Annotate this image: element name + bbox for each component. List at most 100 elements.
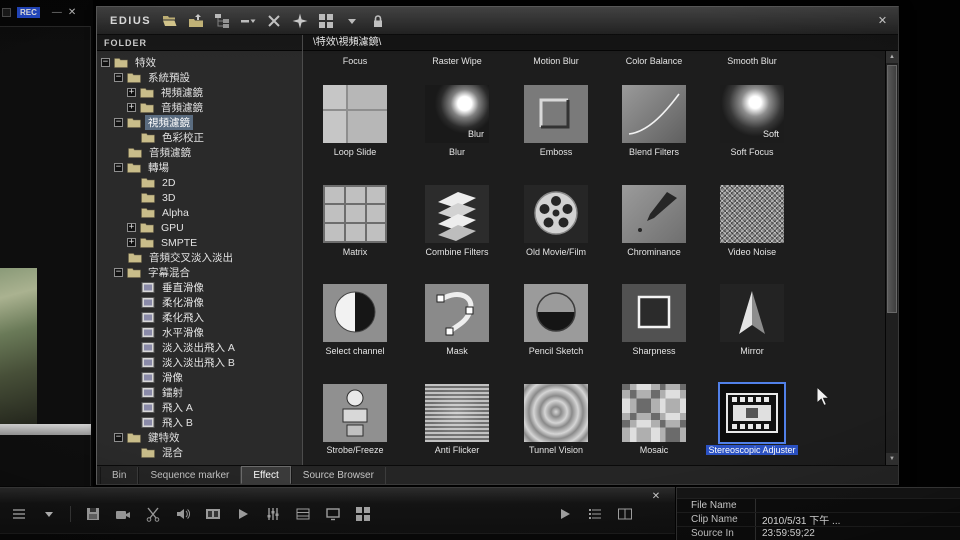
tree-item[interactable]: 柔化滑像 (97, 295, 302, 310)
effect-thumbnail[interactable] (622, 384, 686, 442)
tree-item[interactable]: 鐳射 (97, 385, 302, 400)
scroll-down-icon[interactable]: ▼ (886, 453, 898, 465)
effect-label[interactable]: Anti Flicker (407, 445, 507, 456)
effect-label[interactable]: Tunnel Vision (506, 445, 606, 456)
close-icon[interactable]: ✕ (68, 7, 76, 18)
effect-label[interactable]: Sharpness (604, 346, 704, 357)
effect-thumbnail[interactable] (323, 185, 387, 243)
effect-thumbnail[interactable] (524, 85, 588, 143)
tab-effect[interactable]: Effect (241, 466, 290, 484)
panes-icon[interactable] (616, 505, 633, 522)
expander-icon[interactable]: + (127, 88, 136, 97)
effect-thumbnail[interactable] (323, 284, 387, 342)
effect-label[interactable]: Mask (407, 346, 507, 357)
effect-thumbnail[interactable] (622, 284, 686, 342)
tree-item[interactable]: +音頻濾鏡 (97, 100, 302, 115)
expander-icon[interactable]: − (114, 73, 123, 82)
rows-icon[interactable] (294, 505, 311, 522)
cut-icon[interactable] (144, 505, 161, 522)
effect-label[interactable]: Raster Wipe (407, 56, 507, 67)
effect-label[interactable]: Motion Blur (506, 56, 606, 67)
tree-item[interactable]: +GPU (97, 220, 302, 235)
effect-thumbnail[interactable] (425, 185, 489, 243)
minimize-icon[interactable]: — (52, 7, 62, 18)
expander-icon[interactable]: − (101, 58, 110, 67)
tree-item[interactable]: 音頻交叉淡入淡出 (97, 250, 302, 265)
effect-label[interactable]: Chrominance (604, 247, 704, 258)
menu-icon[interactable] (10, 505, 27, 522)
tree-item[interactable]: 音頻濾鏡 (97, 145, 302, 160)
effect-thumbnail[interactable] (425, 384, 489, 442)
effect-thumbnail[interactable] (323, 384, 387, 442)
tree-item[interactable]: −視頻濾鏡 (97, 115, 302, 130)
tree-item[interactable]: 混合 (97, 445, 302, 460)
scroll-up-icon[interactable]: ▲ (886, 51, 898, 63)
effect-label[interactable]: Matrix (305, 247, 405, 258)
effect-label[interactable]: Select channel (305, 346, 405, 357)
expander-icon[interactable]: − (114, 433, 123, 442)
effect-label[interactable]: Mirror (702, 346, 802, 357)
effect-label[interactable]: Combine Filters (407, 247, 507, 258)
folder-up-icon[interactable] (187, 13, 204, 30)
effect-label[interactable]: Old Movie/Film (506, 247, 606, 258)
effect-thumbnail[interactable]: Soft (720, 85, 784, 143)
play-icon[interactable] (234, 505, 251, 522)
palette-titlebar[interactable]: EDIUS ✕ (97, 7, 898, 35)
tree-item[interactable]: +SMPTE (97, 235, 302, 250)
expander-icon[interactable]: + (127, 238, 136, 247)
tree-item[interactable]: 垂直滑像 (97, 280, 302, 295)
add-effect-icon[interactable] (291, 13, 308, 30)
tree-item[interactable]: 淡入淡出飛入 B (97, 355, 302, 370)
scrollbar-thumb[interactable] (887, 65, 897, 313)
effect-thumbnail[interactable] (524, 185, 588, 243)
expander-icon[interactable]: + (127, 103, 136, 112)
grid-view-icon[interactable] (317, 13, 334, 30)
effect-thumbnail[interactable] (425, 284, 489, 342)
tree-view-icon[interactable] (213, 13, 230, 30)
close-icon[interactable]: ✕ (649, 491, 663, 502)
effect-thumbnail[interactable] (720, 384, 784, 442)
effect-label[interactable]: Blend Filters (604, 147, 704, 158)
tree-item[interactable]: 飛入 B (97, 415, 302, 430)
tree-item[interactable]: 滑像 (97, 370, 302, 385)
effect-thumbnail[interactable] (323, 85, 387, 143)
effect-thumbnail[interactable] (524, 384, 588, 442)
tree-item[interactable]: 柔化飛入 (97, 310, 302, 325)
effect-label[interactable]: Soft Focus (702, 147, 802, 158)
effect-label[interactable]: Focus (305, 56, 405, 67)
view-dropdown-icon[interactable] (239, 13, 256, 30)
effect-thumbnail[interactable] (524, 284, 588, 342)
effect-thumbnail[interactable] (622, 185, 686, 243)
expander-icon[interactable]: − (114, 268, 123, 277)
effect-label[interactable]: Loop Slide (305, 147, 405, 158)
tab-source-browser[interactable]: Source Browser (291, 467, 386, 484)
effect-label[interactable]: Smooth Blur (702, 56, 802, 67)
effect-thumbnail[interactable]: Blur (425, 85, 489, 143)
expander-icon[interactable]: − (114, 163, 123, 172)
tree-item[interactable]: 水平滑像 (97, 325, 302, 340)
effect-label[interactable]: Video Noise (702, 247, 802, 258)
tree-item[interactable]: 3D (97, 190, 302, 205)
capture-icon[interactable] (114, 505, 131, 522)
expander-icon[interactable]: − (114, 118, 123, 127)
tree-item[interactable]: −系統預設 (97, 70, 302, 85)
tree-item[interactable]: −轉場 (97, 160, 302, 175)
dropdown-icon[interactable] (343, 13, 360, 30)
tree-item[interactable]: 淡入淡出飛入 A (97, 340, 302, 355)
effect-thumbnail[interactable] (622, 85, 686, 143)
lock-icon[interactable] (369, 13, 386, 30)
effect-label[interactable]: Blur (407, 147, 507, 158)
effect-label[interactable]: Pencil Sketch (506, 346, 606, 357)
save-icon[interactable] (84, 505, 101, 522)
tree-item[interactable]: 2D (97, 175, 302, 190)
list-icon[interactable] (586, 505, 603, 522)
monitor-icon[interactable] (324, 505, 341, 522)
tree-item[interactable]: −特效 (97, 55, 302, 70)
tree-item[interactable]: 飛入 A (97, 400, 302, 415)
expander-icon[interactable]: + (127, 223, 136, 232)
vertical-scrollbar[interactable]: ▲ ▼ (885, 51, 898, 465)
tree-item[interactable]: Alpha (97, 205, 302, 220)
effect-label[interactable]: Color Balance (604, 56, 704, 67)
tab-sequence-marker[interactable]: Sequence marker (138, 467, 241, 484)
grid-icon[interactable] (354, 505, 371, 522)
